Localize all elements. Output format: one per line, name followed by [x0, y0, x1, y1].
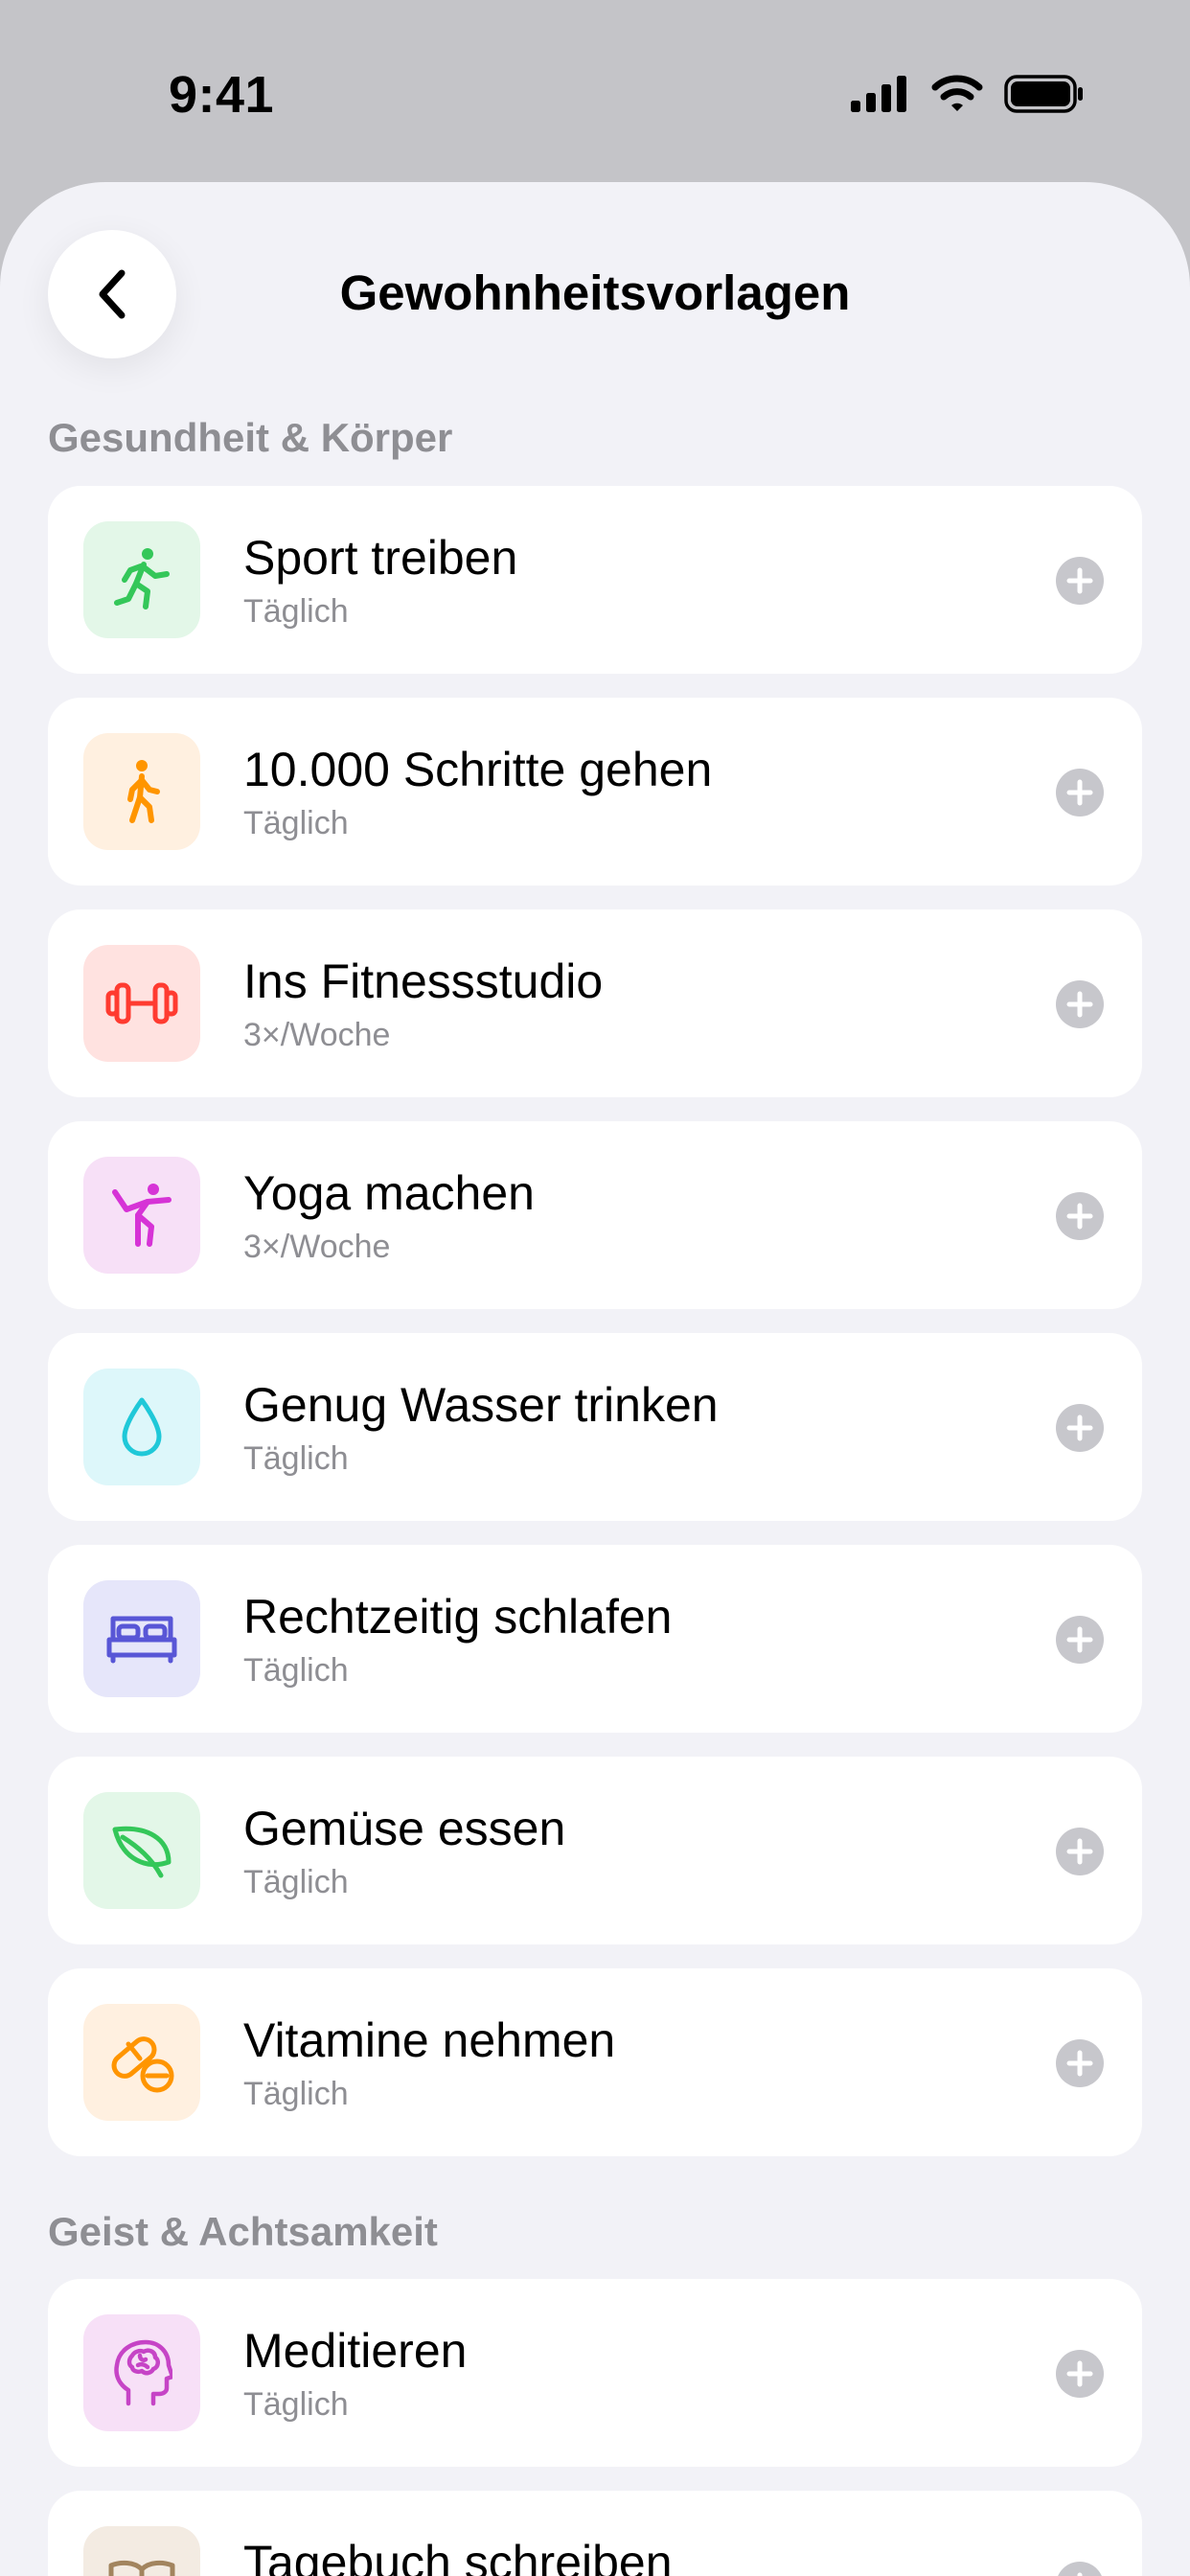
running-icon — [114, 548, 170, 610]
template-card-yoga[interactable]: Yoga machen 3×/Woche — [48, 1121, 1142, 1309]
template-card-vegetables[interactable]: Gemüse essen Täglich — [48, 1757, 1142, 1944]
icon-tile — [83, 521, 200, 638]
battery-icon — [1004, 75, 1083, 113]
leaf-icon — [112, 1826, 172, 1878]
add-icon[interactable] — [1056, 769, 1104, 816]
icon-tile — [83, 1792, 200, 1909]
dumbbell-icon — [105, 982, 178, 1024]
icon-tile — [83, 945, 200, 1062]
yoga-icon — [112, 1184, 172, 1247]
item-frequency: 3×/Woche — [243, 1229, 391, 1265]
icon-tile — [83, 1368, 200, 1485]
template-card-water[interactable]: Genug Wasser trinken Täglich — [48, 1333, 1142, 1521]
add-icon[interactable] — [1056, 1828, 1104, 1875]
templates-sheet: Gewohnheitsvorlagen Gesundheit & Körper … — [0, 182, 1190, 2576]
item-title: 10.000 Schritte gehen — [243, 743, 713, 796]
item-frequency: Täglich — [243, 593, 349, 630]
item-title: Genug Wasser trinken — [243, 1378, 719, 1432]
wifi-icon — [931, 75, 983, 111]
icon-tile — [83, 2314, 200, 2431]
add-icon[interactable] — [1056, 1404, 1104, 1452]
add-icon[interactable] — [1056, 1192, 1104, 1240]
add-icon[interactable] — [1056, 2562, 1104, 2576]
book-icon — [108, 2560, 175, 2576]
item-frequency: Täglich — [243, 2386, 349, 2423]
section-header-health: Gesundheit & Körper — [48, 415, 453, 460]
item-frequency: Täglich — [243, 805, 349, 841]
item-title: Ins Fitnessstudio — [243, 954, 604, 1008]
water-drop-icon — [122, 1397, 162, 1457]
brain-head-icon — [114, 2339, 172, 2406]
item-title: Rechtzeitig schlafen — [243, 1590, 673, 1644]
walking-icon — [127, 760, 160, 823]
cellular-signal-icon — [851, 76, 906, 112]
template-card-sport[interactable]: Sport treiben Täglich — [48, 486, 1142, 674]
item-frequency: Täglich — [243, 1864, 349, 1900]
page-title: Gewohnheitsvorlagen — [339, 265, 851, 320]
template-card-journal[interactable]: Tagebuch schreiben — [48, 2491, 1142, 2576]
item-frequency: 3×/Woche — [243, 1017, 391, 1053]
icon-tile — [83, 2004, 200, 2121]
item-frequency: Täglich — [243, 1440, 349, 1477]
item-title: Yoga machen — [243, 1166, 535, 1220]
status-icons — [851, 75, 1085, 113]
template-card-vitamins[interactable]: Vitamine nehmen Täglich — [48, 1968, 1142, 2156]
template-card-gym[interactable]: Ins Fitnessstudio 3×/Woche — [48, 909, 1142, 1097]
add-icon[interactable] — [1056, 557, 1104, 605]
item-title: Vitamine nehmen — [243, 2013, 616, 2067]
item-title: Tagebuch schreiben — [243, 2536, 673, 2576]
icon-tile — [83, 733, 200, 850]
add-icon[interactable] — [1056, 980, 1104, 1028]
template-card-sleep[interactable]: Rechtzeitig schlafen Täglich — [48, 1545, 1142, 1733]
add-icon[interactable] — [1056, 2350, 1104, 2398]
item-title: Sport treiben — [243, 531, 518, 585]
template-card-steps[interactable]: 10.000 Schritte gehen Täglich — [48, 698, 1142, 886]
icon-tile — [83, 1580, 200, 1697]
add-icon[interactable] — [1056, 1616, 1104, 1664]
item-frequency: Täglich — [243, 2076, 349, 2112]
icon-tile — [83, 2526, 200, 2576]
status-bar: 9:41 — [0, 0, 1190, 182]
section-header-mind: Geist & Achtsamkeit — [48, 2209, 438, 2254]
icon-tile — [83, 1157, 200, 1274]
pills-icon — [111, 2036, 174, 2093]
item-frequency: Täglich — [243, 1652, 349, 1689]
status-time: 9:41 — [169, 66, 275, 124]
template-card-meditation[interactable]: Meditieren Täglich — [48, 2279, 1142, 2467]
item-title: Meditieren — [243, 2324, 468, 2378]
bed-icon — [106, 1616, 177, 1664]
add-icon[interactable] — [1056, 2039, 1104, 2087]
item-title: Gemüse essen — [243, 1802, 566, 1855]
